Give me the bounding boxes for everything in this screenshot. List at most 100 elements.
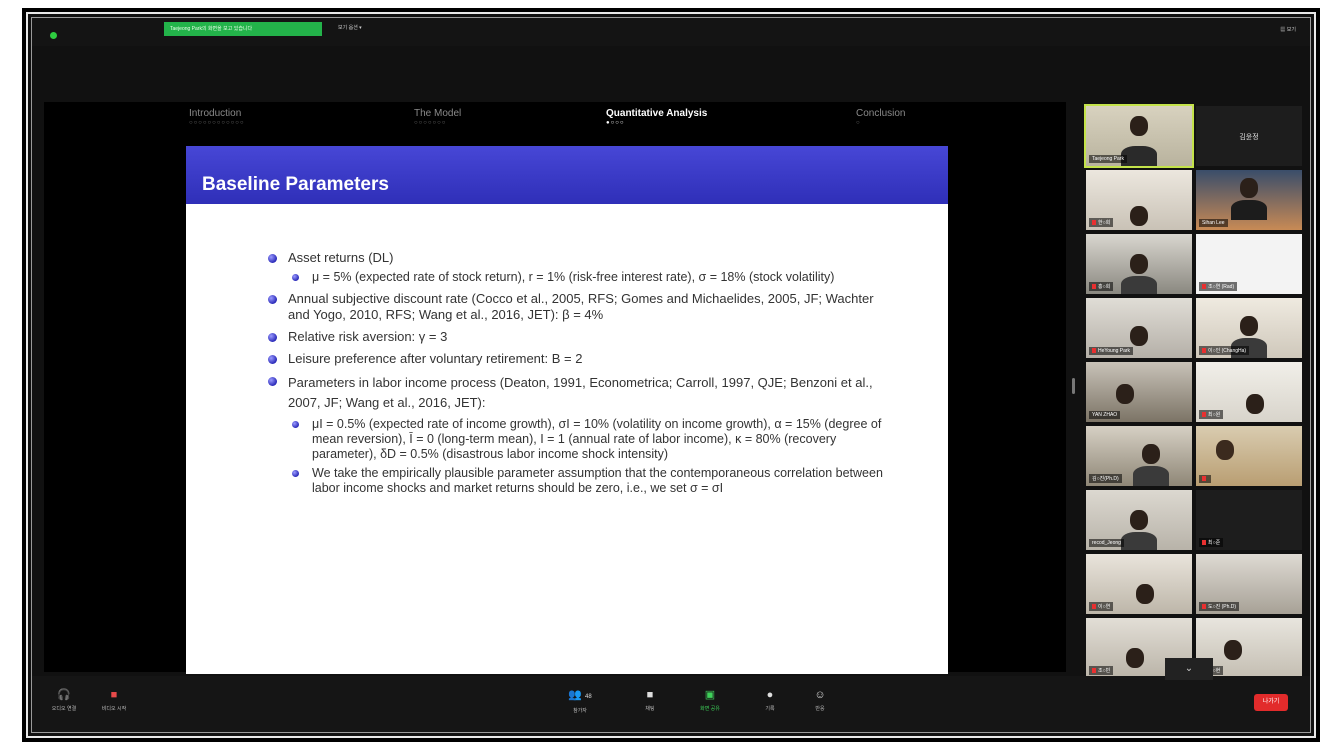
share-screen-icon: ▣ <box>704 689 716 701</box>
nav-dots: ●○○○ <box>606 120 625 126</box>
participant-tile[interactable]: 한○희 <box>1086 170 1192 230</box>
participant-tile-shared-doc[interactable]: 조○연 (Rad) <box>1196 234 1302 294</box>
chat-button[interactable]: ■ 채팅 <box>632 688 668 712</box>
participant-tile[interactable]: 도○진 (Ph.D) <box>1196 554 1302 614</box>
participant-name: 홍○희 <box>1089 282 1114 291</box>
reactions-label: 반응 <box>815 706 825 712</box>
start-video-button[interactable]: ■ 비디오 시작 <box>96 688 132 712</box>
participant-name-text: 한○희 <box>1098 220 1111 226</box>
bullet-text: μI = 0.5% (expected rate of income growt… <box>312 417 882 461</box>
security-status-icon[interactable] <box>50 32 57 39</box>
start-video-label: 비디오 시작 <box>101 706 127 712</box>
participant-tile[interactable]: recod_Jeong <box>1086 490 1192 550</box>
participants-count: 48 <box>585 694 592 700</box>
participant-name-text: 조○연 (Rad) <box>1208 284 1235 290</box>
reactions-icon: ☺ <box>814 689 826 701</box>
participant-name-text: 이○인 (ChangHa) <box>1208 348 1247 354</box>
record-icon: ● <box>766 689 774 701</box>
nav-introduction[interactable]: Introduction ○○○○○○○○○○○○ <box>189 108 245 126</box>
muted-mic-icon <box>1202 412 1206 418</box>
participant-name: 도○진 (Ph.D) <box>1199 602 1240 611</box>
share-screen-button[interactable]: ▣ 화면 공유 <box>692 688 728 712</box>
participants-button[interactable]: 👥 48 참가자 <box>562 688 598 714</box>
participant-name-text: 이○연 <box>1098 604 1111 610</box>
video-off-icon: ■ <box>110 689 118 701</box>
bullet-labor-income: Parameters in labor income process (Deat… <box>264 373 894 496</box>
participant-tile[interactable]: 최○원 <box>1196 362 1302 422</box>
slide-title-bar: Baseline Parameters <box>186 146 948 204</box>
participant-tile-audio-only[interactable]: 김윤정 <box>1196 106 1302 166</box>
nav-dots: ○ <box>856 120 861 126</box>
participant-name: Taejeong Park <box>1089 155 1127 163</box>
participant-head <box>1224 640 1242 660</box>
participant-tile[interactable] <box>1196 426 1302 486</box>
muted-mic-icon <box>1202 348 1206 354</box>
muted-mic-icon <box>1092 284 1096 290</box>
join-audio-button[interactable]: 🎧 오디오 연결 <box>46 688 82 712</box>
shared-screen: Introduction ○○○○○○○○○○○○ The Model ○○○○… <box>44 102 1066 674</box>
muted-mic-icon <box>1092 220 1096 226</box>
bullet-discount-rate: Annual subjective discount rate (Cocco e… <box>264 291 894 323</box>
nav-quantitative-analysis[interactable]: Quantitative Analysis ●○○○ <box>606 108 707 126</box>
bullet-text: Leisure preference after voluntary retir… <box>288 351 583 366</box>
participant-tile-audio-only[interactable]: 최○준 <box>1196 490 1302 550</box>
participant-name-text: 도○진 (Ph.D) <box>1208 604 1237 610</box>
slide-body: Asset returns (DL) μ = 5% (expected rate… <box>264 250 894 502</box>
muted-mic-icon <box>1202 604 1206 610</box>
muted-mic-icon <box>1202 476 1206 482</box>
reactions-button[interactable]: ☺ 반응 <box>802 688 838 712</box>
participant-head <box>1246 394 1264 414</box>
participant-body <box>1133 466 1169 486</box>
view-options-button[interactable]: 보기 옵션 ▾ <box>338 24 362 31</box>
slide-title: Baseline Parameters <box>202 174 389 195</box>
participant-head <box>1130 206 1148 226</box>
participant-tile[interactable]: 홍○희 <box>1086 234 1192 294</box>
nav-dots: ○○○○○○○○○○○○ <box>189 120 245 126</box>
participant-name-text: 최○원 <box>1208 412 1221 418</box>
record-button[interactable]: ● 기록 <box>752 688 788 712</box>
nav-label: Introduction <box>189 108 242 119</box>
participant-name <box>1199 475 1211 483</box>
participant-name: YAN ZHAO <box>1089 411 1121 419</box>
viewing-screen-tag[interactable]: Taejeong Park의 화면을 보고 있습니다 <box>164 22 322 36</box>
participant-tile[interactable]: HeYoung Park <box>1086 298 1192 358</box>
participant-name-text: HeYoung Park <box>1098 348 1131 354</box>
participant-name: 최○원 <box>1199 410 1224 419</box>
participant-name-text: 홍○희 <box>1098 284 1111 290</box>
gallery-expand-button[interactable]: ⌄ <box>1165 658 1213 680</box>
nav-the-model[interactable]: The Model ○○○○○○○ <box>414 108 461 126</box>
participant-tile[interactable]: YAN ZHAO <box>1086 362 1192 422</box>
participant-body <box>1231 200 1267 220</box>
meeting-toolbar: 🎧 오디오 연결 ■ 비디오 시작 👥 48 참가자 ■ 채팅 ▣ 화면 공유 … <box>32 676 1310 732</box>
bullet-text: Parameters in labor income process (Deat… <box>288 375 873 410</box>
participant-head <box>1116 384 1134 404</box>
slide: Baseline Parameters Asset returns (DL) μ… <box>186 146 948 674</box>
participant-head <box>1240 178 1258 198</box>
nav-conclusion[interactable]: Conclusion ○ <box>856 108 905 126</box>
view-layout-button[interactable]: ▦ 보기 <box>1280 26 1296 33</box>
participant-name: 최○준 <box>1199 538 1224 547</box>
participant-name: recod_Jeong <box>1089 539 1124 547</box>
participant-tile[interactable]: 김○진(Ph.D) <box>1086 426 1192 486</box>
participant-body <box>1121 532 1157 550</box>
participant-tile[interactable]: 이○연 <box>1086 554 1192 614</box>
nav-dots: ○○○○○○○ <box>414 120 447 126</box>
participant-head <box>1216 440 1234 460</box>
participant-tile[interactable]: 이○인 (ChangHa) <box>1196 298 1302 358</box>
participant-head <box>1240 316 1258 336</box>
participant-name: HeYoung Park <box>1089 347 1134 355</box>
bullet-text: Asset returns (DL) <box>288 250 394 265</box>
leave-meeting-button[interactable]: 나가기 <box>1254 694 1288 711</box>
chat-icon: ■ <box>646 689 654 701</box>
bullet-risk-aversion: Relative risk aversion: γ = 3 <box>264 329 894 345</box>
bullet-text: μ = 5% (expected rate of stock return), … <box>312 270 835 284</box>
bullet-text: Annual subjective discount rate (Cocco e… <box>288 291 874 322</box>
participant-body <box>1121 276 1157 294</box>
participant-head <box>1142 444 1160 464</box>
zoom-window: Taejeong Park의 화면을 보고 있습니다 보기 옵션 ▾ ▦ 보기 … <box>26 12 1316 738</box>
participant-tile-active-speaker[interactable]: Taejeong Park <box>1084 104 1194 168</box>
panel-resize-handle[interactable] <box>1072 378 1075 394</box>
bullet-asset-returns: Asset returns (DL) μ = 5% (expected rate… <box>264 250 894 285</box>
participant-name: 이○연 <box>1089 602 1114 611</box>
participant-tile[interactable]: Sihan Lee <box>1196 170 1302 230</box>
